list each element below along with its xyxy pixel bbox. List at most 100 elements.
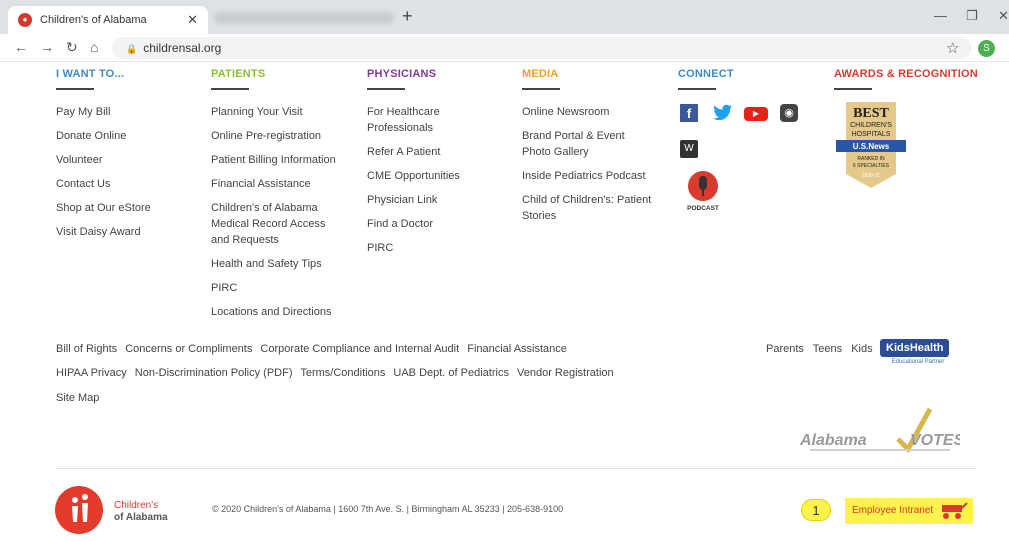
kidshealth-wordmark: KidsHealth — [880, 339, 950, 357]
link-patient-billing[interactable]: Patient Billing Information — [211, 152, 361, 168]
link-teens[interactable]: Teens — [813, 343, 842, 355]
url-text: childrensal.org — [143, 41, 222, 55]
bookmark-star-icon[interactable]: ☆ — [946, 39, 959, 57]
votes-word-alabama: Alabama — [800, 432, 867, 449]
link-planning-your-visit[interactable]: Planning Your Visit — [211, 104, 361, 120]
column-physicians: PHYSICIANS For Healthcare Professionals … — [367, 68, 517, 264]
window-close-icon[interactable]: ✕ — [998, 8, 1009, 24]
link-shop-estore[interactable]: Shop at Our eStore — [56, 200, 206, 216]
award-line7: 2020-21 — [862, 173, 881, 179]
column-media: MEDIA Online Newsroom Brand Portal & Eve… — [522, 68, 672, 232]
link-non-discrimination[interactable]: Non-Discrimination Policy (PDF) — [135, 367, 293, 379]
us-news-award-badge[interactable]: BEST CHILDREN'S HOSPITALS U.S.News RANKE… — [836, 100, 906, 190]
link-inside-pediatrics-podcast[interactable]: Inside Pediatrics Podcast — [522, 168, 672, 184]
award-line2: CHILDREN'S — [850, 122, 892, 129]
link-financial-assistance[interactable]: Financial Assistance — [467, 343, 567, 355]
link-visit-daisy-award[interactable]: Visit Daisy Award — [56, 224, 206, 240]
link-financial-assistance[interactable]: Financial Assistance — [211, 176, 361, 192]
link-parents[interactable]: Parents — [766, 343, 804, 355]
heading-rule — [522, 88, 560, 90]
link-uab-pediatrics[interactable]: UAB Dept. of Pediatrics — [393, 367, 509, 379]
heading-rule — [834, 88, 872, 90]
legal-links-row-2: HIPAA Privacy Non-Discrimination Policy … — [56, 367, 619, 379]
link-concerns-compliments[interactable]: Concerns or Compliments — [125, 343, 252, 355]
link-patient-stories[interactable]: Child of Children's: Patient Stories — [522, 192, 672, 224]
link-site-map[interactable]: Site Map — [56, 392, 99, 404]
tab-bar: ● Children's of Alabama ✕ + — ❐ ✕ — [0, 0, 1009, 34]
browser-tab[interactable]: ● Children's of Alabama ✕ — [8, 6, 208, 34]
link-cme-opportunities[interactable]: CME Opportunities — [367, 168, 517, 184]
link-pay-my-bill[interactable]: Pay My Bill — [56, 104, 206, 120]
column-connect: CONNECT — [678, 68, 828, 104]
link-terms-conditions[interactable]: Terms/Conditions — [300, 367, 385, 379]
link-physician-link[interactable]: Physician Link — [367, 192, 517, 208]
column-patients: PATIENTS Planning Your Visit Online Pre-… — [211, 68, 361, 328]
copyright-text: © 2020 Children's of Alabama | 1600 7th … — [212, 504, 564, 514]
employee-intranet-label: Employee Intranet — [852, 505, 934, 516]
kidshealth-logo[interactable]: KidsHealth Educational Partner — [880, 338, 956, 372]
tab-close-icon[interactable]: ✕ — [187, 12, 198, 28]
link-pirc[interactable]: PIRC — [211, 280, 361, 296]
podcast-logo-icon[interactable]: PODCAST — [680, 168, 726, 214]
link-bill-of-rights[interactable]: Bill of Rights — [56, 343, 117, 355]
new-tab-button[interactable]: + — [402, 6, 413, 27]
profile-avatar[interactable]: S — [978, 40, 995, 57]
link-kids[interactable]: Kids — [851, 343, 872, 355]
logo-line2: of Alabama — [114, 512, 168, 523]
link-pirc[interactable]: PIRC — [367, 240, 517, 256]
wagon-icon[interactable] — [938, 502, 968, 520]
twitter-icon[interactable] — [713, 104, 733, 122]
forward-icon[interactable]: → — [40, 39, 54, 55]
link-online-newsroom[interactable]: Online Newsroom — [522, 104, 672, 120]
column-heading: MEDIA — [522, 68, 559, 80]
back-icon[interactable]: ← — [14, 39, 28, 55]
logo-line1: Children's — [114, 500, 159, 511]
lock-icon: 🔒 — [126, 44, 138, 54]
link-for-healthcare-professionals[interactable]: For Healthcare Professionals — [367, 104, 477, 136]
heading-rule — [678, 88, 716, 90]
site-favicon-icon: ● — [18, 13, 32, 27]
instagram-icon[interactable]: ◉ — [780, 104, 798, 122]
youtube-icon[interactable]: ▶ — [744, 107, 768, 121]
kidshealth-subtitle: Educational Partner — [891, 359, 945, 365]
link-brand-portal[interactable]: Brand Portal & Event Photo Gallery — [522, 128, 642, 160]
link-corporate-compliance[interactable]: Corporate Compliance and Internal Audit — [260, 343, 459, 355]
award-line6: 6 SPECIALTIES — [853, 163, 890, 169]
column-heading: CONNECT — [678, 68, 734, 80]
award-line4: U.S.News — [853, 142, 890, 151]
votes-word-votes: VOTES — [910, 432, 960, 449]
link-contact-us[interactable]: Contact Us — [56, 176, 206, 192]
link-find-a-doctor[interactable]: Find a Doctor — [367, 216, 517, 232]
link-online-preregistration[interactable]: Online Pre-registration — [211, 128, 361, 144]
alabama-votes-logo[interactable]: Alabama VOTES — [799, 405, 965, 455]
footer-divider — [56, 468, 976, 469]
annotation-badge: 1 — [801, 499, 831, 521]
childrens-logo-icon[interactable] — [55, 486, 103, 534]
minimize-icon[interactable]: — — [934, 8, 947, 23]
column-heading: I WANT TO... — [56, 68, 125, 80]
facebook-icon[interactable]: f — [680, 104, 698, 122]
heading-rule — [56, 88, 94, 90]
legal-links-row-1: Bill of Rights Concerns or Compliments C… — [56, 343, 572, 355]
link-refer-a-patient[interactable]: Refer A Patient — [367, 144, 517, 160]
link-medical-record-access[interactable]: Children's of Alabama Medical Record Acc… — [211, 200, 341, 248]
link-vendor-registration[interactable]: Vendor Registration — [517, 367, 614, 379]
column-heading: PHYSICIANS — [367, 68, 437, 80]
link-locations-directions[interactable]: Locations and Directions — [211, 304, 361, 320]
reload-icon[interactable]: ↻ — [66, 39, 78, 56]
home-icon[interactable]: ⌂ — [90, 39, 98, 55]
wordpress-icon[interactable]: W — [680, 140, 698, 158]
link-health-safety-tips[interactable]: Health and Safety Tips — [211, 256, 361, 272]
blurred-tab[interactable] — [214, 12, 394, 24]
column-awards: AWARDS & RECOGNITION — [834, 68, 1004, 104]
address-bar-row: ← → ↻ ⌂ 🔒 childrensal.org ☆ S — [0, 34, 1009, 62]
column-heading: AWARDS & RECOGNITION — [834, 68, 978, 80]
link-volunteer[interactable]: Volunteer — [56, 152, 206, 168]
url-input[interactable]: 🔒 childrensal.org — [112, 37, 972, 59]
link-hipaa-privacy[interactable]: HIPAA Privacy — [56, 367, 127, 379]
restore-icon[interactable]: ❐ — [966, 8, 978, 24]
link-donate-online[interactable]: Donate Online — [56, 128, 206, 144]
award-line3: HOSPITALS — [852, 131, 891, 138]
legal-links-row-3: Site Map — [56, 392, 104, 404]
podcast-label: PODCAST — [687, 205, 719, 212]
